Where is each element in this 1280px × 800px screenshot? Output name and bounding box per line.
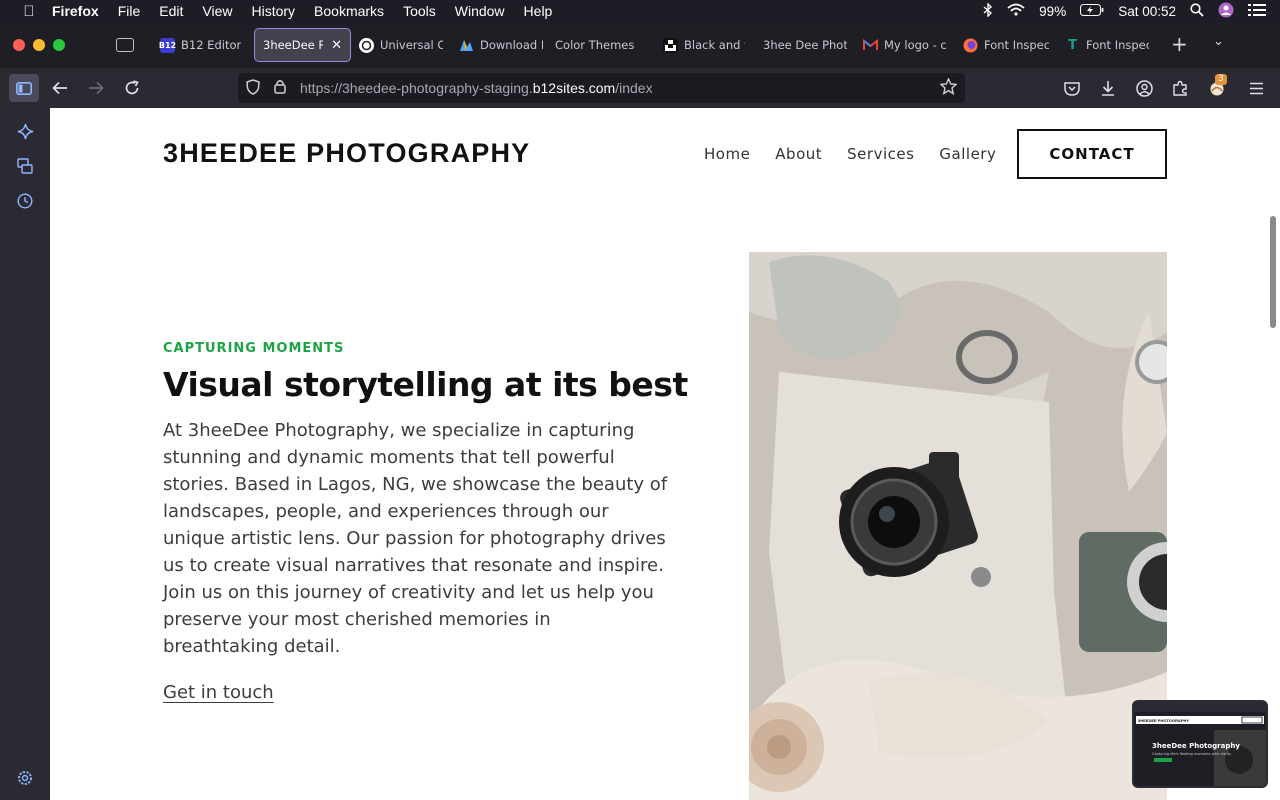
url-text[interactable]: https://3heedee-photography-staging.b12s…: [300, 80, 653, 96]
synced-tabs-icon[interactable]: [16, 157, 34, 175]
pocket-icon[interactable]: [1060, 76, 1084, 100]
macos-menubar:  Firefox File Edit View History Bookmar…: [0, 0, 1280, 22]
menu-edit[interactable]: Edit: [159, 3, 183, 19]
nav-gallery[interactable]: Gallery: [939, 145, 996, 163]
menu-bookmarks[interactable]: Bookmarks: [314, 3, 384, 19]
user-avatar-icon[interactable]: [1218, 2, 1234, 21]
unsplash-favicon-icon: [663, 37, 678, 53]
tracking-protection-shield-icon[interactable]: [246, 79, 260, 99]
browser-sidebar: [0, 108, 50, 800]
tab-color-themes[interactable]: Color Themes: [551, 28, 655, 62]
pip-subtitle: Capturing life's fleeting moments with c…: [1152, 752, 1232, 756]
menu-file[interactable]: File: [118, 3, 141, 19]
window-controls: [13, 39, 65, 51]
site-nav: Home About Services Gallery: [704, 145, 996, 163]
browser-tab-strip: B12 B12 Editor 3heeDee Ph ✕ Universal C …: [0, 22, 1280, 68]
gmail-favicon-icon: [863, 38, 878, 53]
window-preview-thumbnail[interactable]: 3HEEDEE PHOTOGRAPHY 3heeDee Photography …: [1132, 700, 1268, 788]
battery-percent: 99%: [1039, 3, 1067, 19]
sidebar-toggle-icon[interactable]: [9, 74, 39, 102]
nav-about[interactable]: About: [775, 145, 822, 163]
hamburger-menu-icon[interactable]: [1244, 76, 1268, 100]
menu-view[interactable]: View: [202, 3, 232, 19]
contact-button[interactable]: CONTACT: [1017, 129, 1167, 179]
menu-tools[interactable]: Tools: [403, 3, 436, 19]
bluetooth-icon[interactable]: [983, 1, 993, 20]
tab-b12-editor[interactable]: B12 B12 Editor: [152, 28, 254, 62]
nav-services[interactable]: Services: [847, 145, 914, 163]
tab-3hee-dee-photo[interactable]: 3hee Dee Phot: [753, 28, 855, 62]
hero-eyebrow: CAPTURING MOMENTS: [163, 341, 345, 356]
account-icon[interactable]: [1132, 76, 1156, 100]
nav-home[interactable]: Home: [704, 145, 750, 163]
menu-firefox[interactable]: Firefox: [52, 3, 99, 19]
extensions-puzzle-icon[interactable]: [1168, 76, 1192, 100]
bookmark-star-icon[interactable]: [939, 77, 958, 99]
hero-headline: Visual storytelling at its best: [163, 365, 688, 404]
history-clock-icon[interactable]: [16, 192, 34, 210]
extension-badge: 3: [1215, 74, 1227, 85]
tab-3heedee-active[interactable]: 3heeDee Ph ✕: [254, 28, 351, 62]
menubar-status-area: 99% Sat 00:52: [983, 0, 1266, 22]
firefox-favicon-icon: [963, 38, 978, 53]
tab-download[interactable]: Download F: [451, 28, 551, 62]
control-center-icon[interactable]: [1248, 3, 1266, 20]
hero-image-cameras: [749, 252, 1167, 800]
wifi-icon[interactable]: [1007, 3, 1025, 19]
site-logo[interactable]: 3HEEDEE PHOTOGRAPHY: [163, 138, 530, 169]
zoom-window-button[interactable]: [53, 39, 65, 51]
tab-universal[interactable]: Universal C: [351, 28, 451, 62]
menu-help[interactable]: Help: [524, 3, 553, 19]
tab-font-inspect-2[interactable]: T Font Inspec: [1057, 28, 1157, 62]
menu-window[interactable]: Window: [455, 3, 505, 19]
tab-my-logo[interactable]: My logo - c: [855, 28, 955, 62]
openai-favicon-icon: [359, 37, 374, 53]
sidebar-settings-gear-icon[interactable]: [16, 769, 34, 787]
list-all-tabs-chevron-icon[interactable]: ⌄: [1213, 34, 1224, 49]
apple-logo-icon[interactable]: : [20, 3, 38, 20]
web-page: 3HEEDEE PHOTOGRAPHY Home About Services …: [50, 108, 1280, 800]
page-scrollbar[interactable]: [1270, 216, 1276, 328]
menu-history[interactable]: History: [251, 3, 295, 19]
close-window-button[interactable]: [13, 39, 25, 51]
font-tool-favicon-icon: T: [1068, 37, 1077, 53]
b12-favicon-icon: B12: [159, 37, 176, 53]
forward-arrow-icon[interactable]: [84, 76, 108, 100]
navigation-toolbar: https://3heedee-photography-staging.b12s…: [0, 68, 1280, 108]
reload-icon[interactable]: [120, 76, 144, 100]
tab-font-inspect-1[interactable]: Font Inspec: [955, 28, 1057, 62]
get-in-touch-link[interactable]: Get in touch: [163, 682, 274, 703]
hero-description: At 3heeDee Photography, we specialize in…: [163, 420, 668, 657]
close-tab-icon[interactable]: ✕: [331, 38, 342, 53]
pip-site-logo: 3HEEDEE PHOTOGRAPHY: [1138, 718, 1190, 723]
minimize-window-button[interactable]: [33, 39, 45, 51]
download-favicon-icon: [459, 38, 474, 53]
ai-chatbot-sparkle-icon[interactable]: [16, 122, 34, 140]
lock-icon[interactable]: [274, 79, 286, 98]
address-bar[interactable]: https://3heedee-photography-staging.b12s…: [238, 73, 965, 103]
downloads-icon[interactable]: [1096, 76, 1120, 100]
pip-title: 3heeDee Photography: [1152, 742, 1240, 750]
menubar-clock[interactable]: Sat 00:52: [1118, 4, 1176, 19]
tab-black-and-white[interactable]: Black and w: [655, 28, 753, 62]
battery-charging-icon[interactable]: [1080, 3, 1104, 19]
spotlight-search-icon[interactable]: [1190, 2, 1204, 20]
back-arrow-icon[interactable]: [48, 76, 72, 100]
firefox-view-icon[interactable]: [116, 38, 134, 52]
tab-list: B12 B12 Editor 3heeDee Ph ✕ Universal C …: [152, 28, 1157, 62]
new-tab-plus-icon[interactable]: +: [1171, 34, 1188, 54]
